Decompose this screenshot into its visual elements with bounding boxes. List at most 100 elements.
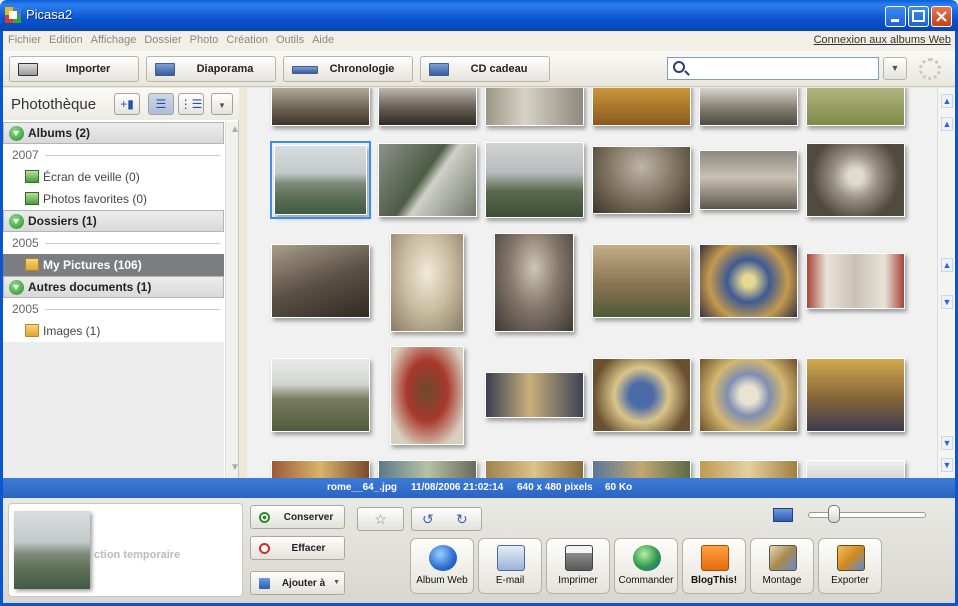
photo-thumbnail[interactable]	[390, 233, 464, 332]
new-album-button[interactable]: +▮	[114, 93, 140, 115]
scroll-down-icon[interactable]: ▼	[941, 436, 953, 450]
photo-thumbnail[interactable]	[699, 244, 798, 318]
photo-thumbnail[interactable]	[806, 253, 905, 309]
menu-aide[interactable]: Aide	[308, 31, 338, 49]
rotate-left-icon[interactable]: ↺	[422, 508, 434, 530]
web-album-button[interactable]: Album Web	[410, 538, 474, 594]
title-bar: Picasa2	[0, 0, 958, 31]
menu-edition[interactable]: Edition	[45, 31, 87, 49]
email-button[interactable]: E-mail	[478, 538, 542, 594]
scroll-up-icon[interactable]: ▲	[941, 258, 953, 272]
add-to-button[interactable]: Ajouter à ▼	[250, 571, 345, 595]
photo-thumbnail[interactable]	[806, 358, 905, 432]
scroll-up-icon[interactable]: ▲	[941, 117, 953, 131]
photo-grid	[247, 88, 937, 478]
rotate-right-icon[interactable]: ↻	[456, 508, 468, 530]
folders-group-header[interactable]: Dossiers (1)	[3, 210, 224, 232]
tray-thumbnail[interactable]	[14, 511, 90, 589]
photo-thumbnail[interactable]	[806, 143, 905, 217]
photo-thumbnail[interactable]	[271, 358, 370, 432]
photo-thumbnail[interactable]	[485, 372, 584, 418]
photo-thumbnail-selected[interactable]	[270, 141, 371, 219]
print-button[interactable]: Imprimer	[546, 538, 610, 594]
folder-images[interactable]: Images (1)	[3, 320, 224, 342]
photo-thumbnail[interactable]	[699, 88, 798, 126]
flat-view-button[interactable]: ☰	[148, 93, 174, 115]
album-screensaver[interactable]: Écran de veille (0)	[3, 166, 224, 188]
folder-icon	[25, 324, 39, 337]
menu-outils[interactable]: Outils	[272, 31, 308, 49]
photo-thumbnail[interactable]	[699, 150, 798, 210]
tree-view-button[interactable]: ⋮☰	[178, 93, 204, 115]
photo-thumbnail[interactable]	[592, 358, 691, 432]
globe-icon	[429, 545, 457, 571]
gift-cd-button[interactable]: CD cadeau	[420, 56, 550, 82]
photo-thumbnail[interactable]	[485, 88, 584, 126]
blogthis-button[interactable]: BlogThis!	[682, 538, 746, 594]
collapse-icon	[9, 280, 24, 295]
album-favorites[interactable]: Photos favorites (0)	[3, 188, 224, 210]
panel-splitter[interactable]	[239, 88, 247, 478]
library-scrollbar[interactable]: ▲ ▼	[225, 122, 240, 478]
photo-thumbnail[interactable]	[485, 460, 584, 478]
scroll-down-icon[interactable]: ▼	[941, 295, 953, 309]
add-album-icon: +▮	[120, 97, 134, 111]
folder-my-pictures[interactable]: My Pictures (106)	[3, 254, 224, 276]
library-menu-button[interactable]: ▼	[211, 93, 233, 115]
keep-button[interactable]: Conserver	[250, 505, 345, 529]
star-button[interactable]: ☆	[357, 507, 404, 531]
photo-thumbnail[interactable]	[378, 460, 477, 478]
export-icon	[837, 545, 865, 571]
photo-thumbnail[interactable]	[271, 88, 370, 126]
photo-thumbnail[interactable]	[806, 460, 905, 478]
photo-thumbnail[interactable]	[485, 142, 584, 218]
rotate-buttons: ↺ ↻	[411, 507, 482, 531]
scroll-down-icon[interactable]: ▼	[941, 458, 953, 472]
order-globe-icon	[633, 545, 661, 571]
menu-photo[interactable]: Photo	[186, 31, 223, 49]
photo-thumbnail[interactable]	[494, 233, 574, 332]
montage-button[interactable]: Montage	[750, 538, 814, 594]
scroll-up-icon[interactable]: ▲	[941, 94, 953, 108]
window-title: Picasa2	[26, 7, 73, 22]
photo-thumbnail[interactable]	[378, 88, 477, 126]
camera-icon	[18, 63, 38, 76]
menu-affichage[interactable]: Affichage	[87, 31, 141, 49]
minimize-button[interactable]	[885, 6, 906, 27]
photo-thumbnail[interactable]	[806, 88, 905, 126]
other-docs-group-header[interactable]: Autres documents (1)	[3, 276, 224, 298]
photo-thumbnail[interactable]	[592, 146, 691, 214]
export-button[interactable]: Exporter	[818, 538, 882, 594]
web-albums-link[interactable]: Connexion aux albums Web	[814, 34, 951, 46]
maximize-button[interactable]	[908, 6, 929, 27]
menu-dossier[interactable]: Dossier	[140, 31, 185, 49]
menu-creation[interactable]: Création	[222, 31, 272, 49]
import-button[interactable]: Importer	[9, 56, 139, 82]
photo-thumbnail[interactable]	[271, 244, 370, 318]
search-options-dropdown[interactable]: ▼	[883, 57, 907, 80]
close-button[interactable]	[931, 6, 952, 27]
photo-grid-scrollbar[interactable]: ▲ ▲ ▲ ▼ ▼ ▼	[937, 88, 955, 478]
photo-thumbnail[interactable]	[378, 143, 477, 217]
photo-thumbnail[interactable]	[699, 460, 798, 478]
photo-thumbnail[interactable]	[699, 358, 798, 432]
photo-thumbnail[interactable]	[592, 244, 691, 318]
order-prints-button[interactable]: Commander	[614, 538, 678, 594]
timeline-button[interactable]: Chronologie	[283, 56, 413, 82]
thumbnail-size-icon	[773, 508, 793, 522]
green-dot-icon	[259, 512, 270, 523]
file-dimensions: 640 x 480 pixels	[517, 482, 593, 493]
photo-thumbnail[interactable]	[592, 460, 691, 478]
clear-button[interactable]: Effacer	[250, 536, 345, 560]
photo-thumbnail[interactable]	[592, 88, 691, 126]
file-name: rome__64_.jpg	[327, 482, 398, 493]
slider-handle[interactable]	[828, 505, 840, 523]
albums-group-header[interactable]: Albums (2)	[3, 122, 224, 144]
menu-bar: Fichier Edition Affichage Dossier Photo Créat…	[3, 31, 955, 51]
slideshow-button[interactable]: Diaporama	[146, 56, 276, 82]
thumbnail-size-slider[interactable]	[808, 512, 926, 518]
menu-fichier[interactable]: Fichier	[3, 31, 45, 49]
photo-thumbnail[interactable]	[390, 346, 464, 445]
photo-thumbnail[interactable]	[271, 460, 370, 478]
search-input[interactable]	[667, 57, 879, 80]
